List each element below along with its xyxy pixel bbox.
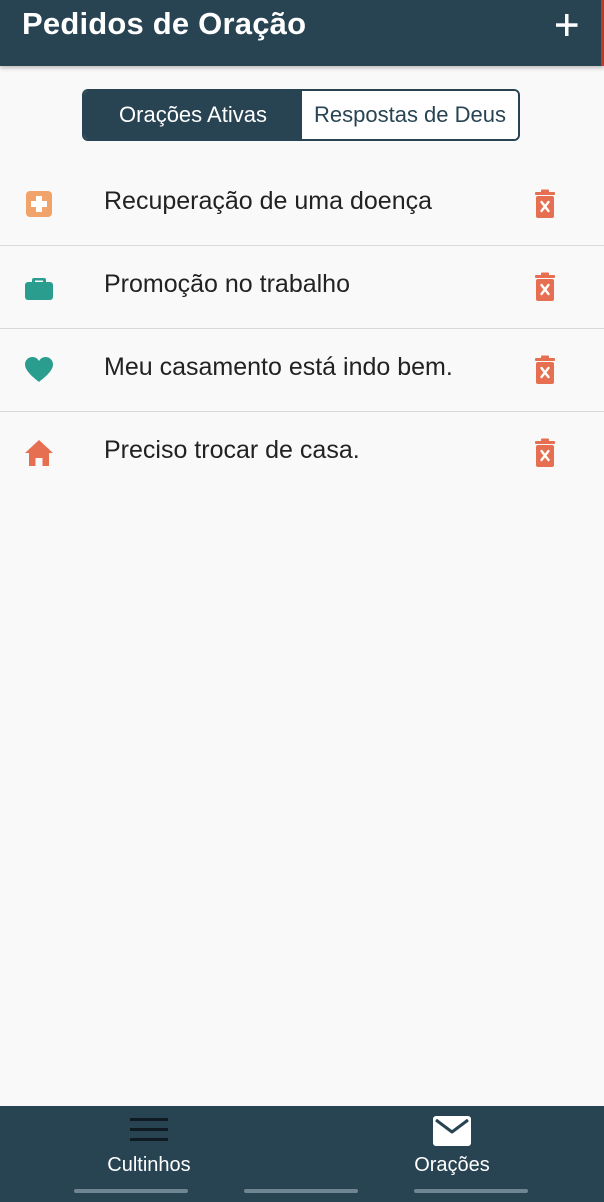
- add-prayer-button[interactable]: [550, 6, 584, 44]
- system-bar-right: [414, 1189, 528, 1193]
- prayer-item[interactable]: Meu casamento está indo bem.: [0, 329, 604, 412]
- medical-cross-icon: [26, 191, 52, 217]
- system-bar-center: [244, 1189, 358, 1193]
- trash-icon[interactable]: [532, 189, 558, 219]
- trash-icon[interactable]: [532, 272, 558, 302]
- prayer-list: Recuperação de uma doença Promoção no tr…: [0, 163, 604, 495]
- home-icon: [25, 440, 53, 466]
- trash-icon[interactable]: [532, 438, 558, 468]
- system-bar-left: [74, 1189, 188, 1193]
- bottom-navigation: Cultinhos Orações: [0, 1106, 604, 1202]
- prayer-item[interactable]: Preciso trocar de casa.: [0, 412, 604, 495]
- prayer-item[interactable]: Promoção no trabalho: [0, 246, 604, 329]
- prayer-app: Pedidos de Oração Orações Ativas Respost…: [0, 0, 604, 1202]
- page-title: Pedidos de Oração: [22, 6, 307, 41]
- menu-icon: [130, 1118, 168, 1141]
- trash-icon[interactable]: [532, 355, 558, 385]
- prayer-item[interactable]: Recuperação de uma doença: [0, 163, 604, 246]
- tab-gods-answers[interactable]: Respostas de Deus: [302, 91, 518, 139]
- nav-item-cultinhos[interactable]: Cultinhos: [49, 1106, 249, 1186]
- prayer-text: Meu casamento está indo bem.: [104, 353, 453, 381]
- nav-item-oracoes[interactable]: Orações: [352, 1106, 552, 1186]
- prayer-text: Promoção no trabalho: [104, 270, 350, 298]
- nav-label: Cultinhos: [107, 1154, 191, 1176]
- app-header: Pedidos de Oração: [0, 0, 604, 66]
- prayer-text: Recuperação de uma doença: [104, 187, 433, 215]
- heart-icon: [25, 357, 53, 382]
- envelope-icon: [433, 1116, 471, 1146]
- nav-label: Orações: [414, 1154, 490, 1176]
- plus-icon: [556, 14, 578, 36]
- tab-active-prayers[interactable]: Orações Ativas: [84, 91, 302, 139]
- tab-segmented-control: Orações Ativas Respostas de Deus: [82, 89, 520, 141]
- briefcase-icon: [25, 278, 53, 300]
- prayer-text: Preciso trocar de casa.: [104, 436, 360, 464]
